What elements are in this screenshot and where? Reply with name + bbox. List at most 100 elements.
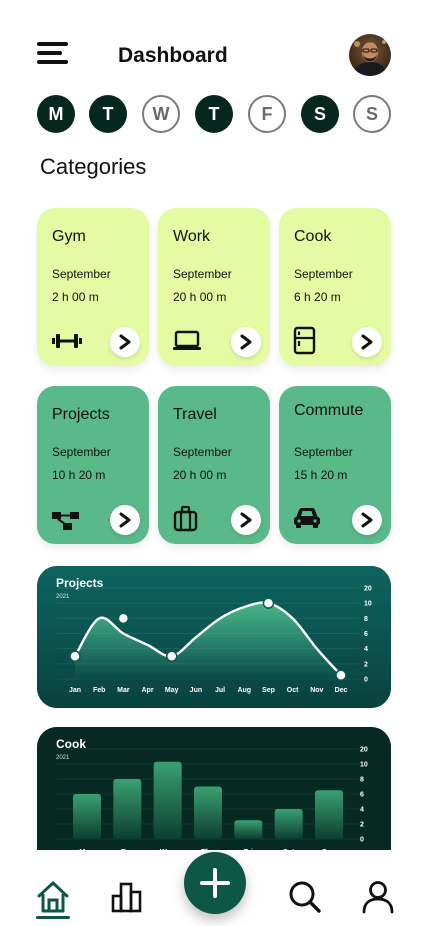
cook-chart-card[interactable]: 024681020 MonTueWenThuFriSatSun Cook 202… — [37, 727, 391, 868]
hierarchy-icon — [51, 504, 83, 532]
bar[interactable] — [315, 790, 343, 839]
bar[interactable] — [234, 820, 263, 839]
y-tick-label: 8 — [360, 777, 364, 784]
category-month: September — [294, 445, 353, 459]
y-tick-label: 4 — [364, 646, 368, 653]
open-arrow-button[interactable] — [110, 505, 140, 535]
category-month: September — [52, 267, 111, 281]
open-arrow-button[interactable] — [231, 505, 261, 535]
x-tick-label: May — [165, 687, 179, 694]
category-title: Cook — [294, 228, 332, 245]
y-tick-label: 20 — [364, 586, 372, 593]
data-point[interactable] — [69, 650, 81, 662]
x-tick-label: Nov — [310, 687, 323, 694]
fridge-icon — [293, 326, 325, 355]
y-tick-label: 10 — [364, 601, 372, 608]
bar[interactable] — [113, 779, 142, 839]
category-month: September — [173, 445, 232, 459]
y-tick-label: 8 — [364, 616, 368, 623]
y-tick-label: 20 — [360, 747, 368, 754]
category-time: 2 h 00 m — [52, 290, 99, 304]
category-time: 20 h 00 m — [173, 468, 227, 482]
data-point[interactable] — [165, 650, 178, 662]
category-time: 10 h 20 m — [52, 468, 106, 482]
stats-icon[interactable] — [110, 880, 144, 914]
day-monday[interactable]: M — [37, 95, 75, 133]
profile-icon[interactable] — [361, 880, 395, 914]
category-card-travel[interactable]: Travel September 20 h 00 m — [158, 386, 270, 544]
menu-icon[interactable] — [37, 42, 69, 68]
category-time: 6 h 20 m — [294, 290, 341, 304]
bottom-navigation — [0, 850, 428, 926]
day-saturday[interactable]: S — [301, 95, 339, 133]
cook-bar-chart: 024681020 MonTueWenThuFriSatSun — [37, 727, 391, 868]
bar[interactable] — [73, 794, 101, 839]
open-arrow-button[interactable] — [231, 327, 261, 357]
x-tick-label: Jan — [69, 687, 81, 694]
y-tick-label: 0 — [360, 837, 364, 844]
x-tick-label: Sep — [262, 687, 275, 694]
category-card-projects[interactable]: Projects September 10 h 20 m — [37, 386, 149, 544]
page-title: Dashboard — [118, 44, 228, 67]
y-tick-label: 0 — [364, 677, 368, 684]
chart-title: Cook — [56, 737, 86, 751]
day-friday[interactable]: F — [248, 95, 286, 133]
data-point[interactable] — [262, 597, 275, 609]
category-time: 15 h 20 m — [294, 468, 348, 482]
category-card-gym[interactable]: Gym September 2 h 00 m — [37, 208, 149, 366]
bar[interactable] — [153, 761, 182, 839]
y-tick-label: 4 — [360, 807, 364, 814]
y-tick-label: 2 — [364, 661, 368, 668]
chart-title: Projects — [56, 576, 104, 590]
car-icon — [293, 504, 325, 532]
x-tick-label: Jun — [190, 687, 202, 694]
chart-subtitle: 2021 — [56, 755, 70, 761]
category-title: Work — [173, 228, 211, 245]
add-icon — [200, 868, 230, 898]
category-card-work[interactable]: Work September 20 h 00 m — [158, 208, 270, 366]
x-tick-label: Dec — [335, 687, 348, 694]
search-icon[interactable] — [288, 880, 322, 914]
categories-title: Categories — [40, 154, 147, 179]
y-tick-label: 6 — [360, 792, 364, 799]
category-title: Projects — [52, 406, 110, 423]
open-arrow-button[interactable] — [352, 327, 382, 357]
data-point[interactable] — [335, 669, 347, 681]
luggage-icon — [172, 504, 204, 532]
projects-chart-card[interactable]: 0 2 4 6 8 10 20 Jan Feb Mar Apr May Jun Jul Aug Sep Oct… — [37, 566, 391, 708]
category-card-commute[interactable]: Commute September 15 h 20 m — [279, 386, 391, 544]
day-wednesday[interactable]: W — [142, 95, 180, 133]
day-sunday[interactable]: S — [353, 95, 391, 133]
add-button[interactable] — [184, 852, 246, 914]
bar[interactable] — [194, 786, 222, 840]
category-time: 20 h 00 m — [173, 290, 227, 304]
laptop-icon — [172, 326, 204, 354]
y-tick-label: 2 — [360, 822, 364, 829]
category-month: September — [173, 267, 232, 281]
y-tick-label: 6 — [364, 631, 368, 638]
home-icon[interactable] — [36, 880, 70, 919]
category-month: September — [294, 267, 353, 281]
bar[interactable] — [274, 809, 303, 839]
x-tick-label: Feb — [93, 687, 105, 694]
x-tick-label: Oct — [287, 687, 299, 694]
weekday-selector: M T W T F S S — [37, 95, 393, 135]
x-tick-label: Mar — [117, 687, 130, 694]
category-title: Commute — [294, 402, 364, 419]
x-tick-label: Aug — [237, 687, 251, 694]
avatar[interactable] — [349, 34, 391, 76]
category-card-cook[interactable]: Cook September 6 h 20 m — [279, 208, 391, 366]
category-title: Gym — [52, 228, 86, 245]
day-tuesday[interactable]: T — [89, 95, 127, 133]
dumbbell-icon — [51, 326, 83, 354]
x-tick-label: Apr — [142, 687, 154, 694]
y-tick-label: 10 — [360, 762, 368, 769]
header: Dashboard — [0, 0, 428, 90]
category-month: September — [52, 445, 111, 459]
data-point[interactable] — [117, 612, 130, 625]
day-thursday[interactable]: T — [195, 95, 233, 133]
x-tick-label: Jul — [215, 687, 225, 694]
chart-subtitle: 2021 — [56, 594, 70, 600]
open-arrow-button[interactable] — [352, 505, 382, 535]
open-arrow-button[interactable] — [110, 327, 140, 357]
